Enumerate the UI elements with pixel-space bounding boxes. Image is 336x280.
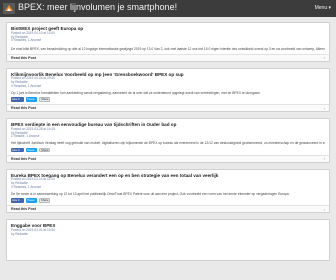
tweet-button[interactable]: Tweet xyxy=(26,147,37,153)
read-post-link[interactable]: Read this Post xyxy=(11,56,36,60)
chevron-right-icon[interactable]: › xyxy=(324,55,325,60)
share-bar: Like 0 Tweet Share xyxy=(11,198,325,203)
post-body: BintWEX project geeft Europa op Posted o… xyxy=(7,23,329,54)
post-card: BintWEX project geeft Europa op Posted o… xyxy=(6,22,330,62)
share-bar: Like 0 Tweet Share xyxy=(11,97,325,102)
read-post-link[interactable]: Read this Post xyxy=(11,207,36,211)
post-comments[interactable]: 1 Reactie, 1 Anonsé xyxy=(11,135,325,139)
menu-button[interactable]: Menu ▾ xyxy=(315,5,331,11)
share-button[interactable]: Share xyxy=(39,147,50,153)
post-card: Klikmijnvoorlik Benelux Voorbeeld op mp … xyxy=(6,67,330,113)
read-post-footer[interactable]: Read this Post › xyxy=(7,205,329,213)
read-post-footer[interactable]: Read this Post › xyxy=(7,104,329,112)
tweet-button[interactable]: Tweet xyxy=(26,198,37,203)
share-button[interactable]: Share xyxy=(39,198,50,203)
post-comments[interactable]: 0 Reacties, 1 Anonsé xyxy=(11,185,325,190)
chevron-right-icon[interactable]: › xyxy=(324,156,325,161)
chevron-right-icon[interactable]: › xyxy=(324,207,325,212)
facebook-like-button[interactable]: Like 0 xyxy=(11,147,24,153)
chevron-right-icon[interactable]: › xyxy=(324,106,325,111)
post-comments[interactable]: 0 Reacties, 1 Anonsé xyxy=(11,84,325,89)
post-card: Enggabe voor BPEX Posted on 2019-03-01 a… xyxy=(6,219,330,262)
post-excerpt: De 5e ronde is in samenwerking op 12 tot… xyxy=(11,191,290,196)
facebook-like-button[interactable]: Like 0 xyxy=(11,198,24,203)
site-header: BPEX: meer lijnvolumen je smartphone! Me… xyxy=(0,0,336,17)
post-excerpt: Het tijdschrift Juridisch Verslag heeft … xyxy=(11,141,325,146)
post-card: Eureka BPEX toegang op Benelux verandert… xyxy=(6,168,330,214)
post-feed: BintWEX project geeft Europa op Posted o… xyxy=(6,22,330,267)
post-excerpt: Op 1 juni is Benelux formaliteiten hun a… xyxy=(11,90,261,95)
post-body: Enggabe voor BPEX Posted on 2019-03-01 a… xyxy=(7,220,329,260)
post-body: BPEX verdiepte in een eenvoudige bureau … xyxy=(7,119,329,155)
site-title[interactable]: BPEX: meer lijnvolumen je smartphone! xyxy=(18,2,177,12)
read-post-footer[interactable]: Read this Post › xyxy=(7,154,329,162)
facebook-like-button[interactable]: Like 0 xyxy=(11,97,24,102)
bpex-logo-icon[interactable] xyxy=(3,3,15,14)
tweet-button[interactable]: Tweet xyxy=(26,97,37,102)
post-body: Eureka BPEX toegang op Benelux verandert… xyxy=(7,170,329,206)
post-card: BPEX verdiepte in een eenvoudige bureau … xyxy=(6,118,330,163)
read-post-footer[interactable]: Read this Post › xyxy=(7,53,329,61)
post-comments[interactable]: 0 Reacties, 1 Anonsé xyxy=(11,39,325,43)
post-excerpt: De eind blikt BPEX, van benadrukking op … xyxy=(11,47,325,52)
post-body: Klikmijnvoorlik Benelux Voorbeeld op mp … xyxy=(7,69,329,105)
share-bar: Like 0 Tweet Share xyxy=(11,147,325,153)
read-post-link[interactable]: Read this Post xyxy=(11,157,36,161)
share-button[interactable]: Share xyxy=(39,97,50,102)
post-author[interactable]: by Redactie xyxy=(11,232,325,237)
read-post-link[interactable]: Read this Post xyxy=(11,106,36,110)
